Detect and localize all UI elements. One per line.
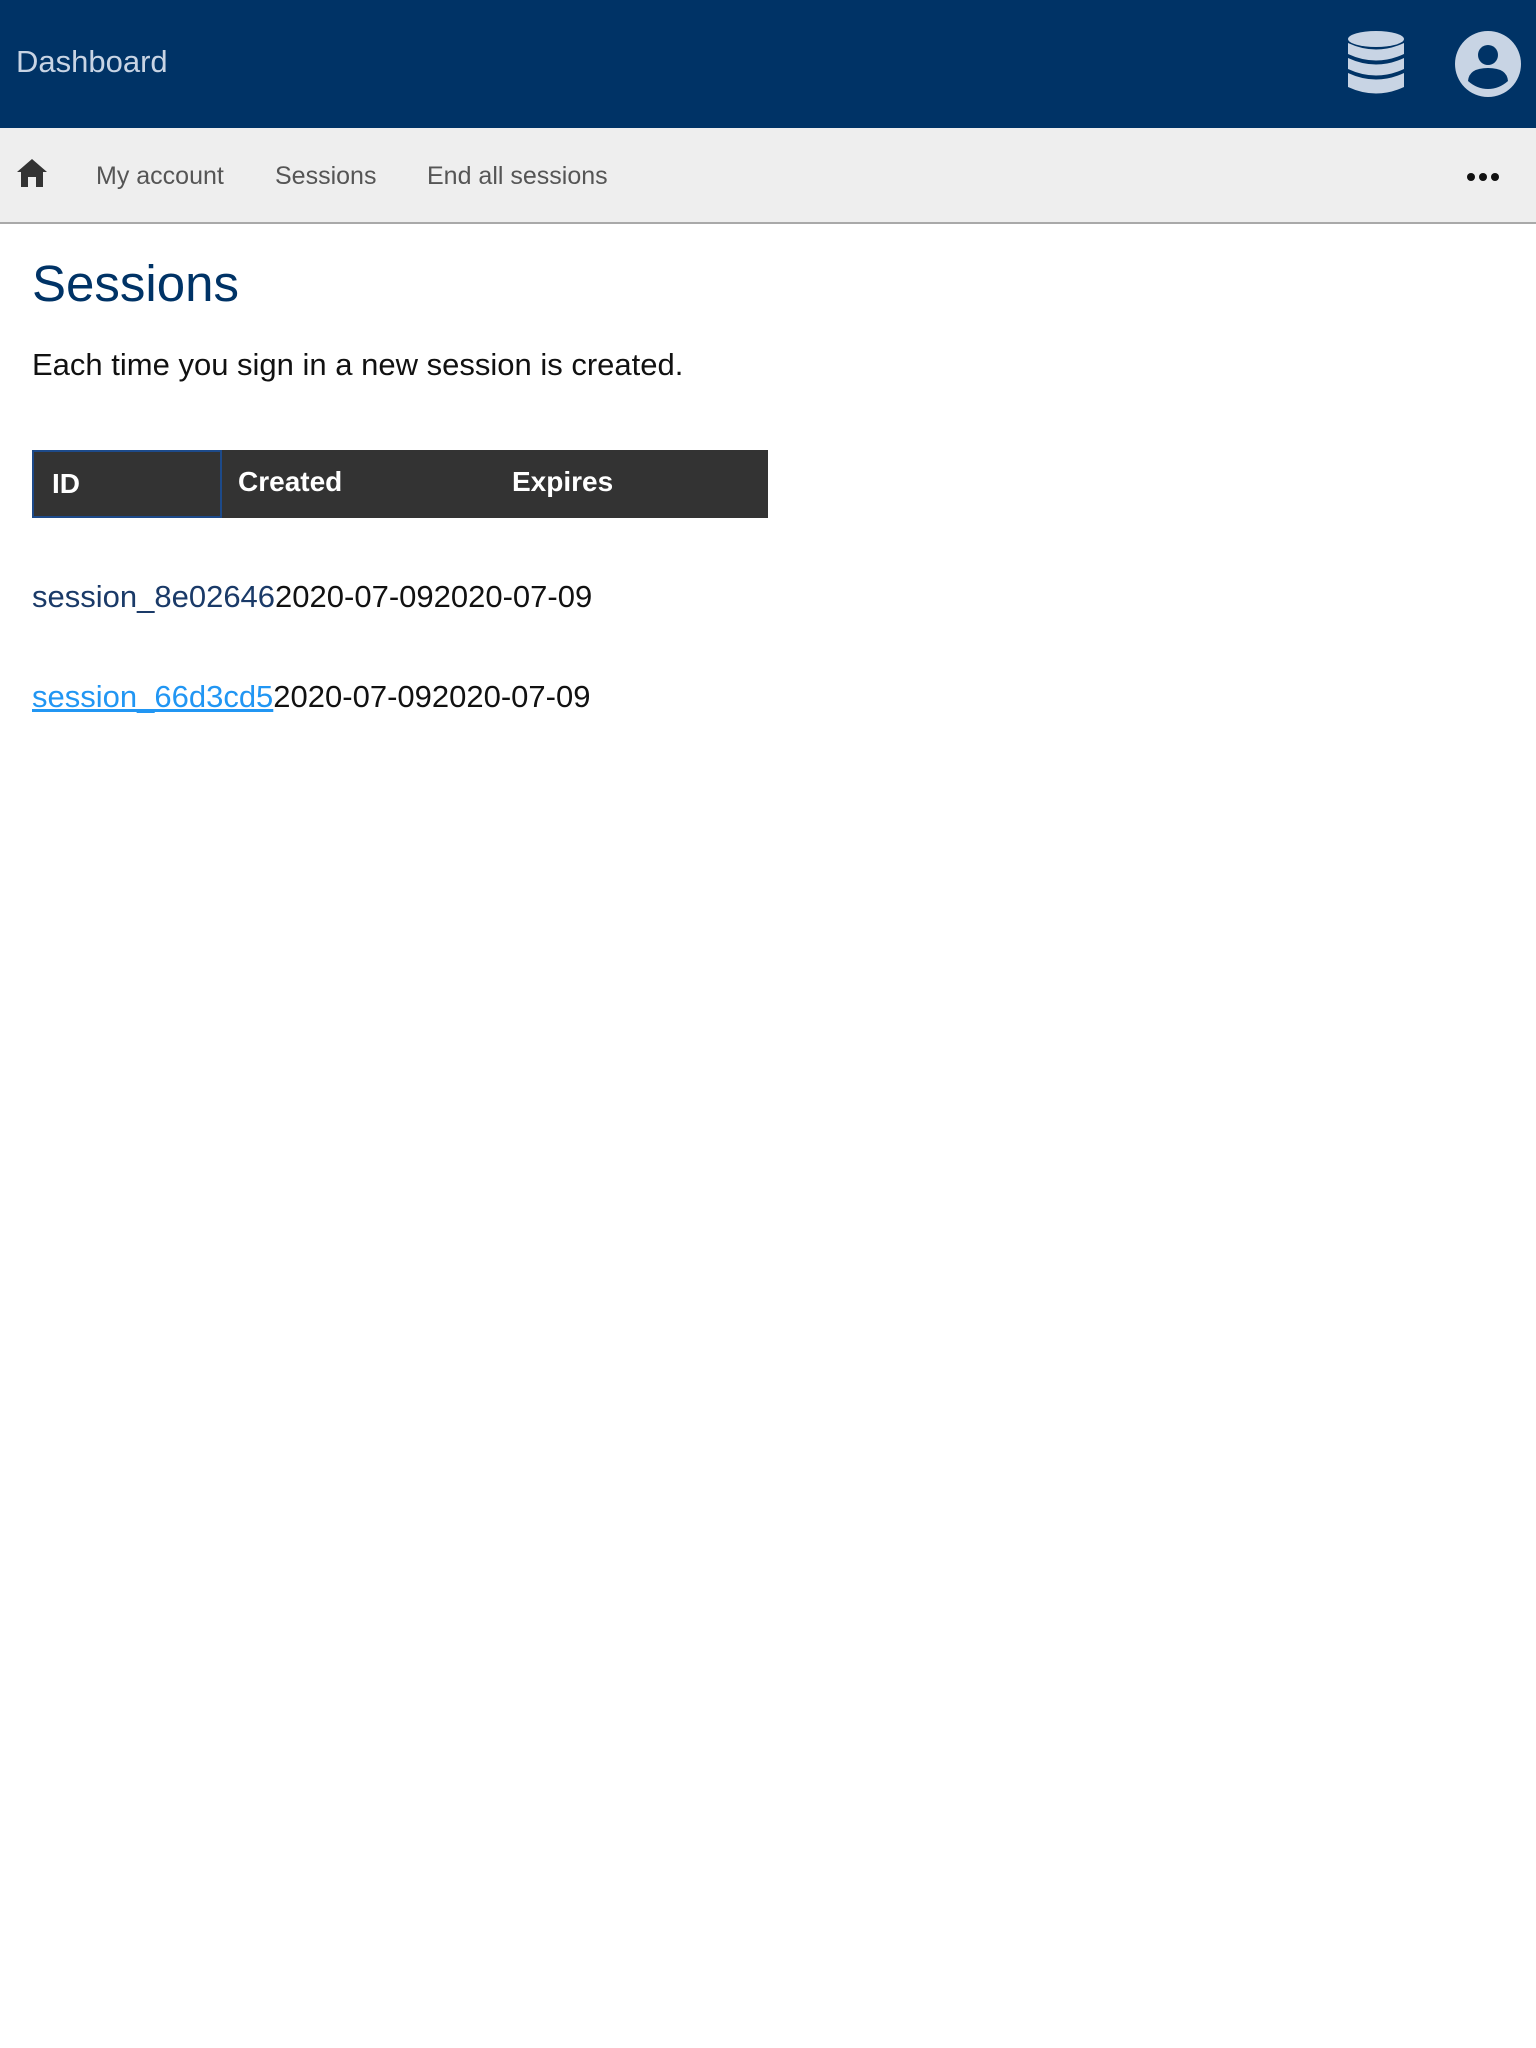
column-header-id[interactable]: ID — [32, 450, 222, 518]
nav-item-sessions[interactable]: Sessions — [275, 159, 376, 193]
session-expires-date: 2020-07-09 — [433, 579, 593, 614]
user-account-icon[interactable] — [1455, 31, 1521, 97]
session-created-date: 2020-07-09 — [275, 579, 434, 614]
session-id-link[interactable]: session_8e02646 — [32, 579, 275, 614]
page-title: Sessions — [32, 255, 239, 312]
sessions-table-header: ID Created Expires — [32, 450, 768, 518]
more-horizontal-icon[interactable] — [1466, 170, 1500, 182]
nav-item-end-all-sessions[interactable]: End all sessions — [427, 159, 608, 193]
table-row: session_8e026462020-07-092020-07-09 — [32, 577, 592, 617]
page-description: Each time you sign in a new session is c… — [32, 347, 684, 382]
home-icon[interactable] — [16, 158, 48, 188]
app-title-link[interactable]: Dashboard — [16, 42, 168, 82]
table-row: session_66d3cd52020-07-092020-07-09 — [32, 677, 590, 717]
nav-bar: My account Sessions End all sessions — [0, 128, 1536, 224]
column-header-expires[interactable]: Expires — [512, 450, 613, 518]
session-expires-date: 2020-07-09 — [431, 679, 591, 714]
database-icon[interactable] — [1346, 30, 1406, 98]
nav-item-my-account[interactable]: My account — [96, 159, 224, 193]
column-header-created[interactable]: Created — [238, 450, 342, 518]
session-id-link[interactable]: session_66d3cd5 — [32, 679, 273, 714]
top-bar: Dashboard — [0, 0, 1536, 128]
session-created-date: 2020-07-09 — [273, 679, 432, 714]
